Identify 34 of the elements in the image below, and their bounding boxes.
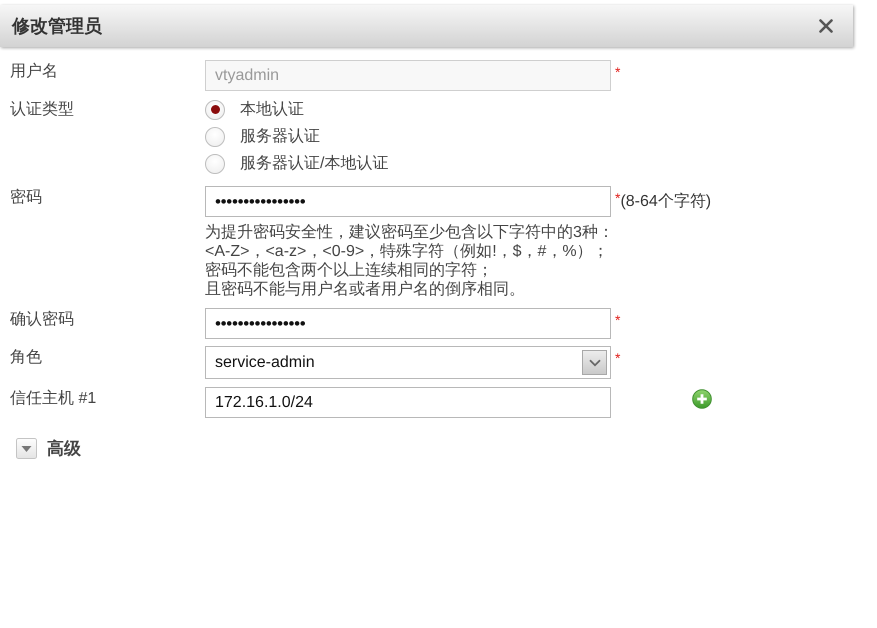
radio-label[interactable]: 服务器认证 <box>240 126 320 146</box>
field-label: 用户名 <box>9 62 59 82</box>
plus-icon <box>692 389 712 409</box>
password-field[interactable]: •••••••••••••••• <box>205 308 611 339</box>
add-button[interactable] <box>692 389 712 409</box>
hint-text: 为提升密码安全性，建议密码至少包含以下字符中的3种： <box>205 223 615 242</box>
radio-button[interactable] <box>205 154 225 174</box>
text-field[interactable]: 172.16.1.0/24 <box>205 387 611 418</box>
hint-text: 密码不能包含两个以上连续相同的字符； <box>205 261 494 280</box>
dropdown-button[interactable] <box>582 350 607 375</box>
radio-button[interactable] <box>205 126 225 146</box>
triangle-down-icon <box>16 438 37 459</box>
required-mark: * <box>615 311 620 329</box>
radio-button[interactable] <box>205 100 225 120</box>
required-mark: * <box>615 349 620 367</box>
close-icon <box>819 19 833 33</box>
hint-text: 且密码不能与用户名或者用户名的倒序相同。 <box>205 280 526 299</box>
password-field[interactable]: •••••••••••••••• <box>205 186 611 217</box>
dialog-title: 修改管理员 <box>12 15 102 38</box>
required-mark: * <box>615 189 620 207</box>
field-label: 角色 <box>9 348 43 368</box>
field-label: 确认密码 <box>9 310 75 330</box>
field-label: 密码 <box>9 188 43 208</box>
field-label: 认证类型 <box>9 100 75 120</box>
close-button[interactable] <box>819 19 833 33</box>
advanced-toggle[interactable]: 高级 <box>16 437 81 460</box>
required-mark: * <box>615 63 620 81</box>
field-label: 信任主机 #1 <box>9 388 98 409</box>
hint-text: <A-Z>，<a-z>，<0-9>，特殊字符（例如!，$，#，%）； <box>205 242 610 261</box>
length-note: (8-64个字符) <box>620 192 712 212</box>
radio-label[interactable]: 服务器认证/本地认证 <box>240 154 388 174</box>
chevron-down-icon <box>588 358 600 366</box>
role-select[interactable]: service-admin <box>205 346 611 379</box>
radio-label[interactable]: 本地认证 <box>240 100 304 120</box>
